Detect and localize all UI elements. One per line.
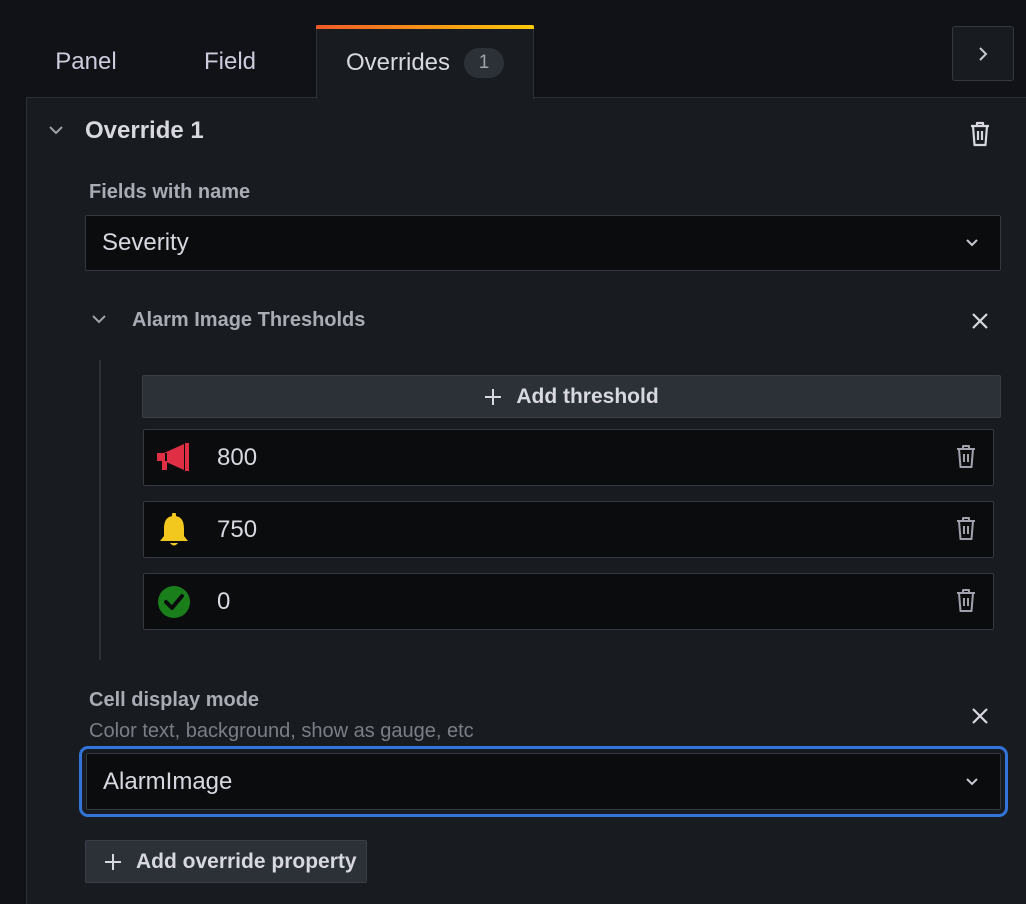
megaphone-icon[interactable]	[156, 440, 192, 476]
cell-display-mode-value: AlarmImage	[103, 767, 233, 795]
cell-display-mode-description: Color text, background, show as gauge, e…	[89, 720, 474, 742]
remove-thresholds-close-icon[interactable]	[970, 311, 990, 331]
chevron-down-icon	[964, 237, 980, 249]
collapse-pane-button[interactable]	[952, 26, 1014, 81]
thresholds-collapse-chevron-icon[interactable]	[91, 313, 107, 327]
delete-override-trash-icon[interactable]	[968, 120, 992, 148]
add-threshold-label: Add threshold	[516, 384, 659, 408]
chevron-down-icon	[964, 776, 980, 788]
add-threshold-button[interactable]: Add threshold	[142, 375, 1001, 418]
tab-overrides[interactable]: Overrides 1	[316, 25, 534, 99]
plus-icon	[484, 388, 502, 406]
threshold-row[interactable]: 800	[143, 429, 994, 486]
tab-field[interactable]: Field	[174, 25, 286, 98]
override-collapse-chevron-icon[interactable]	[48, 124, 64, 138]
delete-threshold-trash-icon[interactable]	[955, 516, 977, 542]
remove-cell-display-close-icon[interactable]	[970, 706, 990, 726]
add-override-property-button[interactable]: Add override property	[85, 840, 367, 883]
tab-panel[interactable]: Panel	[30, 25, 142, 98]
threshold-value[interactable]: 750	[217, 516, 257, 544]
cell-display-mode-select[interactable]: AlarmImage	[79, 746, 1008, 817]
threshold-value[interactable]: 800	[217, 444, 257, 472]
plus-icon	[104, 853, 122, 871]
threshold-row[interactable]: 0	[143, 573, 994, 630]
overrides-count-badge: 1	[464, 47, 505, 78]
chevron-right-icon	[976, 45, 990, 63]
tab-bar: Panel Field Overrides 1	[0, 0, 1026, 99]
add-override-property-label: Add override property	[136, 849, 357, 873]
bell-icon[interactable]	[156, 512, 192, 548]
override-title: Override 1	[85, 117, 204, 144]
delete-threshold-trash-icon[interactable]	[955, 588, 977, 614]
thresholds-property-title: Alarm Image Thresholds	[132, 309, 366, 331]
thresholds-indent-line	[99, 360, 101, 660]
tab-overrides-label: Overrides	[345, 48, 451, 76]
tab-panel-label: Panel	[55, 47, 117, 75]
threshold-value[interactable]: 0	[217, 588, 230, 616]
check-circle-icon[interactable]	[156, 584, 192, 620]
cell-display-mode-label: Cell display mode	[89, 689, 260, 711]
tab-field-label: Field	[203, 47, 257, 75]
delete-threshold-trash-icon[interactable]	[955, 444, 977, 470]
fields-with-name-select[interactable]: Severity	[85, 215, 1001, 271]
fields-with-name-label: Fields with name	[89, 181, 251, 203]
threshold-row[interactable]: 750	[143, 501, 994, 558]
fields-with-name-value: Severity	[102, 229, 189, 256]
